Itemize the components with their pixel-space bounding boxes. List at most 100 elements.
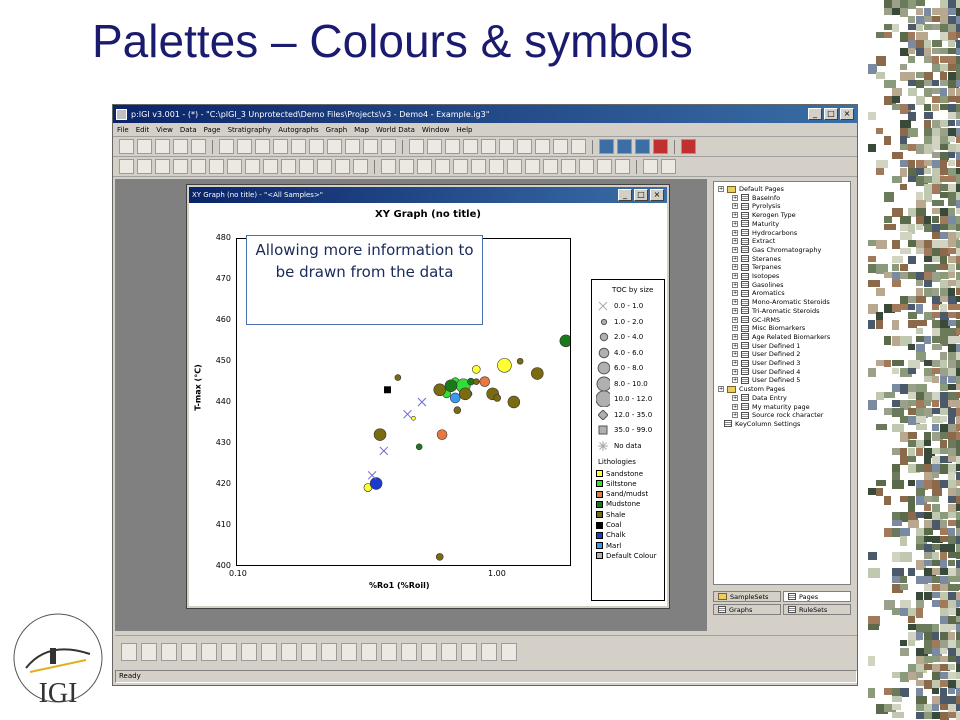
expand-icon[interactable]: +: [732, 403, 738, 410]
data-point[interactable]: [479, 376, 491, 387]
expand-icon[interactable]: +: [732, 281, 738, 288]
drawing-tool-icon[interactable]: [241, 642, 257, 661]
drawing-tool-icon[interactable]: [281, 642, 297, 661]
data-point[interactable]: [559, 334, 571, 348]
drawing-tool-icon[interactable]: [441, 642, 457, 661]
drawing-tool-icon[interactable]: [221, 642, 237, 661]
toolbar-button-icon[interactable]: [445, 139, 460, 154]
minimize-icon[interactable]: _: [808, 108, 822, 120]
data-point[interactable]: [394, 374, 402, 381]
app-titlebar[interactable]: p:IGI v3.001 - (*) - "C:\pIGI_3 Unprotec…: [113, 105, 857, 123]
expand-icon[interactable]: +: [732, 264, 738, 271]
drawing-tool-icon[interactable]: [301, 642, 317, 661]
expand-icon[interactable]: +: [732, 360, 738, 366]
toolbar-button-icon[interactable]: [553, 139, 568, 154]
toolbar-button-icon[interactable]: [453, 159, 468, 174]
data-point[interactable]: [444, 379, 458, 392]
drawing-tool-icon[interactable]: [341, 642, 357, 661]
graph-close-icon[interactable]: ×: [650, 189, 664, 201]
expand-icon[interactable]: +: [732, 229, 738, 236]
toolbar-button-icon[interactable]: [353, 159, 368, 174]
expand-icon[interactable]: +: [732, 316, 738, 323]
toolbar-button-icon[interactable]: [681, 139, 696, 154]
toolbar-button-icon[interactable]: [363, 139, 378, 154]
toolbar-button-icon[interactable]: [661, 159, 676, 174]
expand-icon[interactable]: +: [732, 246, 738, 253]
data-point[interactable]: [369, 477, 383, 490]
toolbar-button-icon[interactable]: [561, 159, 576, 174]
toolbar-button-icon[interactable]: [155, 159, 170, 174]
expand-icon[interactable]: +: [718, 386, 724, 393]
drawing-tool-icon[interactable]: [121, 642, 137, 661]
toolbar-button-icon[interactable]: [615, 159, 630, 174]
toolbar-button-icon[interactable]: [309, 139, 324, 154]
toolbar-button-icon[interactable]: [273, 139, 288, 154]
drawing-tool-icon[interactable]: [501, 642, 517, 661]
expand-icon[interactable]: +: [718, 186, 724, 192]
drawing-tool-icon[interactable]: [261, 642, 277, 661]
toolbar-button-icon[interactable]: [137, 139, 152, 154]
toolbar-button-icon[interactable]: [599, 139, 614, 154]
tree-item-keycolumn[interactable]: KeyColumn Settings: [724, 419, 800, 429]
toolbar-button-icon[interactable]: [191, 139, 206, 154]
drawing-tool-icon[interactable]: [481, 642, 497, 661]
graph-minimize-icon[interactable]: _: [618, 189, 632, 201]
drawing-tool-icon[interactable]: [381, 642, 397, 661]
toolbar-button-icon[interactable]: [155, 139, 170, 154]
expand-icon[interactable]: +: [732, 342, 738, 349]
toolbar-button-icon[interactable]: [653, 139, 668, 154]
toolbar-button-icon[interactable]: [281, 159, 296, 174]
toolbar-button-icon[interactable]: [409, 139, 424, 154]
data-point[interactable]: [433, 383, 446, 397]
data-point[interactable]: [403, 409, 412, 419]
menu-window[interactable]: Window: [422, 126, 450, 134]
toolbar-button-icon[interactable]: [507, 159, 522, 174]
menu-graph[interactable]: Graph: [326, 126, 347, 134]
menu-file[interactable]: File: [117, 126, 129, 134]
toolbar-button-icon[interactable]: [263, 159, 278, 174]
data-point[interactable]: [436, 429, 448, 440]
toolbar-button-icon[interactable]: [571, 139, 586, 154]
toolbar-button-icon[interactable]: [291, 139, 306, 154]
menu-view[interactable]: View: [156, 126, 173, 134]
toolbar-button-icon[interactable]: [643, 159, 658, 174]
toolbar-button-icon[interactable]: [517, 139, 532, 154]
menu-map[interactable]: Map: [354, 126, 369, 134]
toolbar-button-icon[interactable]: [191, 159, 206, 174]
data-point[interactable]: [379, 446, 389, 456]
drawing-tool-icon[interactable]: [401, 642, 417, 661]
maximize-icon[interactable]: □: [824, 108, 838, 120]
toolbar-button-icon[interactable]: [543, 159, 558, 174]
expand-icon[interactable]: +: [732, 299, 738, 306]
data-point[interactable]: [516, 357, 524, 365]
expand-icon[interactable]: +: [732, 412, 738, 419]
toolbar-button-icon[interactable]: [617, 139, 632, 154]
drawing-tool-icon[interactable]: [181, 642, 197, 661]
expand-icon[interactable]: +: [732, 394, 738, 401]
toolbar-button-icon[interactable]: [481, 139, 496, 154]
toolbar-button-icon[interactable]: [209, 159, 224, 174]
expand-icon[interactable]: +: [732, 255, 738, 262]
tab-samplesets[interactable]: SampleSets: [713, 591, 781, 602]
data-point[interactable]: [471, 365, 481, 374]
data-point[interactable]: [415, 443, 423, 451]
toolbar-button-icon[interactable]: [381, 159, 396, 174]
toolbar-button-icon[interactable]: [345, 139, 360, 154]
data-point[interactable]: [531, 367, 544, 380]
menu-data[interactable]: Data: [180, 126, 197, 134]
toolbar-button-icon[interactable]: [525, 159, 540, 174]
drawing-tool-icon[interactable]: [461, 642, 477, 661]
expand-icon[interactable]: +: [732, 333, 738, 340]
drawing-tool-icon[interactable]: [421, 642, 437, 661]
toolbar-button-icon[interactable]: [299, 159, 314, 174]
toolbar-button-icon[interactable]: [227, 159, 242, 174]
expand-icon[interactable]: +: [732, 377, 738, 384]
data-point[interactable]: [435, 553, 444, 561]
toolbar-button-icon[interactable]: [463, 139, 478, 154]
toolbar-button-icon[interactable]: [489, 159, 504, 174]
expand-icon[interactable]: +: [732, 273, 738, 279]
tab-rulesets[interactable]: RuleSets: [783, 604, 851, 615]
toolbar-button-icon[interactable]: [119, 139, 134, 154]
data-point[interactable]: [493, 394, 501, 402]
menu-stratigraphy[interactable]: Stratigraphy: [228, 126, 272, 134]
